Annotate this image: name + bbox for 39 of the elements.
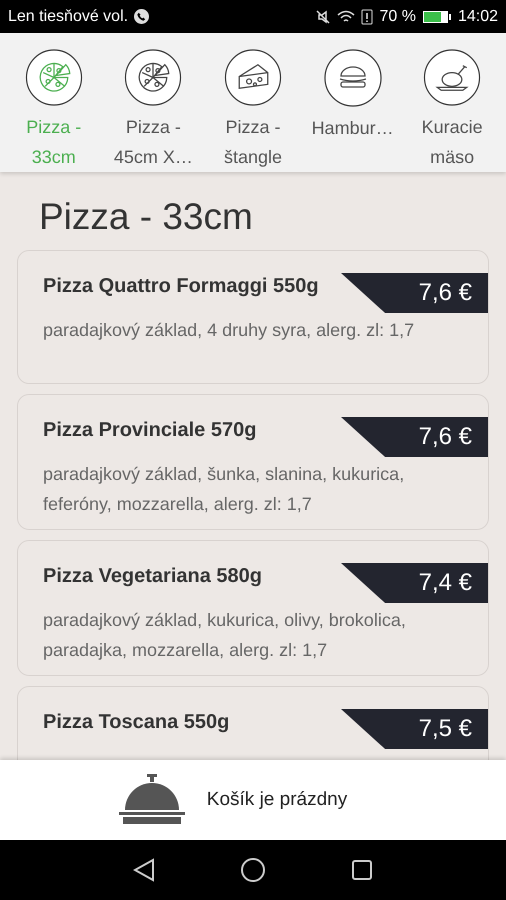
section-title: Pizza - 33cm (39, 196, 254, 238)
home-icon[interactable] (240, 857, 266, 883)
product-name: Pizza Vegetariana 580g (43, 564, 262, 588)
product-card[interactable]: Pizza Vegetariana 580g 7,4 € paradajkový základ, kukurica, olivy, brokolica, paradajka, mozzarella, alerg. zl: 1,7 (17, 540, 489, 676)
mute-icon (315, 8, 332, 24)
price-tag: 7,5 € (341, 709, 488, 749)
cheese-icon (224, 49, 282, 106)
chicken-icon (423, 49, 482, 106)
carrier-text: Len tiesňové vol. (8, 8, 128, 26)
cart-bar[interactable]: Košík je prázdny (0, 760, 506, 840)
product-description: paradajkový základ, 4 druhy syra, alerg. zl: 1,7 (43, 319, 416, 342)
price-tag: 7,6 € (341, 273, 488, 313)
cart-status: Košík je prázdny (206, 789, 348, 811)
category-tab[interactable]: Pizza - štangle (204, 49, 301, 172)
price-tag: 7,6 € (341, 417, 488, 457)
back-icon[interactable] (132, 858, 155, 882)
wifi-icon (337, 8, 356, 24)
pizza-icon (124, 49, 182, 106)
recents-icon[interactable] (351, 859, 374, 881)
clock-time: 14:02 (458, 8, 498, 26)
battery-percent: 70 % (379, 8, 416, 26)
category-tab[interactable]: Kuracie mäso (404, 49, 500, 172)
product-name: Pizza Provinciale 570g (43, 418, 256, 442)
product-card[interactable]: Pizza Toscana 550g 7,5 € (17, 686, 489, 760)
battery-icon (422, 10, 452, 24)
product-card[interactable]: Pizza Provinciale 570g 7,6 € paradajkový základ, šunka, slanina, kukurica, feferóny, mozzarella, alerg. zl: 1,7 (17, 394, 489, 530)
product-description: paradajkový základ, kukurica, olivy, brokolica, paradajka, mozzarella, alerg. zl: 1,7 (43, 609, 407, 662)
category-tab[interactable]: Hambur… (304, 49, 401, 172)
product-card[interactable]: Pizza Quattro Formaggi 550g 7,6 € paradajkový základ, 4 druhy syra, alerg. zl: 1,7 (17, 250, 489, 384)
alert-icon (361, 8, 374, 24)
pizza-icon (24, 49, 83, 106)
burger-icon (324, 49, 382, 107)
product-name: Pizza Quattro Formaggi 550g (43, 274, 319, 298)
cloche-icon (118, 774, 185, 826)
price-tag: 7,4 € (341, 563, 488, 603)
product-name: Pizza Toscana 550g (43, 710, 230, 734)
product-description: paradajkový základ, šunka, slanina, kukurica, feferóny, mozzarella, alerg. zl: 1,7 (43, 463, 406, 516)
category-tab[interactable]: Pizza - 45cm X… (105, 49, 202, 172)
phone-icon (134, 9, 150, 24)
